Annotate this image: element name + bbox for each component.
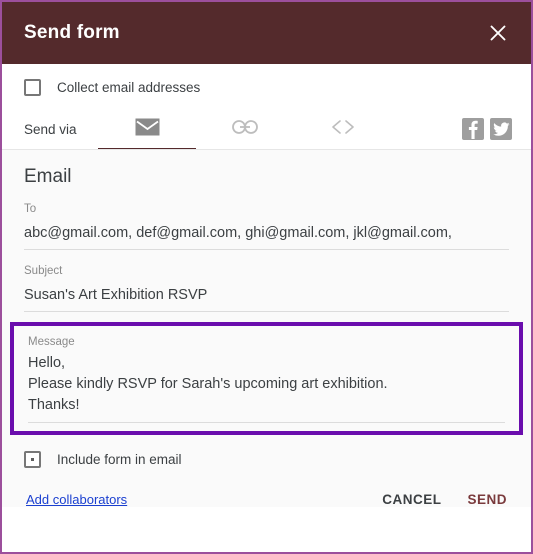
tab-link[interactable] bbox=[196, 108, 294, 150]
message-highlight-box: Message Hello, Please kindly RSVP for Sa… bbox=[10, 322, 523, 435]
include-form-label: Include form in email bbox=[57, 452, 182, 467]
message-line: Thanks! bbox=[28, 397, 80, 413]
email-content: Email To abc@gmail.com, def@gmail.com, g… bbox=[2, 150, 531, 507]
include-form-row: Include form in email bbox=[2, 435, 531, 468]
subject-input[interactable]: Susan's Art Exhibition RSVP bbox=[24, 279, 509, 312]
twitter-icon[interactable] bbox=[490, 118, 512, 140]
link-icon bbox=[232, 119, 258, 139]
send-button[interactable]: SEND bbox=[467, 492, 507, 507]
footer-actions: CANCEL SEND bbox=[382, 492, 507, 507]
tab-email[interactable] bbox=[98, 108, 196, 151]
tab-embed-html[interactable] bbox=[294, 108, 392, 150]
to-field: To abc@gmail.com, def@gmail.com, ghi@gma… bbox=[2, 188, 531, 250]
message-line: Hello, bbox=[28, 355, 66, 371]
social-share-group bbox=[462, 118, 531, 140]
subject-field: Subject Susan's Art Exhibition RSVP bbox=[2, 250, 531, 312]
include-form-checkbox[interactable] bbox=[24, 451, 41, 468]
envelope-icon bbox=[135, 118, 160, 141]
facebook-icon[interactable] bbox=[462, 118, 484, 140]
send-form-dialog: Send form Collect email addresses Send v… bbox=[0, 0, 533, 554]
close-icon[interactable] bbox=[483, 18, 513, 48]
email-section-title: Email bbox=[24, 166, 72, 187]
send-via-label: Send via bbox=[24, 121, 77, 137]
code-icon bbox=[330, 119, 356, 140]
message-input[interactable]: Hello, Please kindly RSVP for Sarah's up… bbox=[28, 350, 505, 423]
subject-label: Subject bbox=[24, 265, 63, 277]
send-via-row: Send via bbox=[2, 108, 531, 151]
collect-email-row: Collect email addresses bbox=[2, 64, 531, 96]
dialog-header: Send form bbox=[2, 2, 531, 64]
message-line: Please kindly RSVP for Sarah's upcoming … bbox=[28, 376, 388, 392]
to-label: To bbox=[24, 203, 37, 215]
page-title: Send form bbox=[24, 22, 120, 43]
collect-email-checkbox[interactable] bbox=[24, 78, 41, 96]
cancel-button[interactable]: CANCEL bbox=[382, 492, 441, 507]
collect-email-label: Collect email addresses bbox=[57, 79, 201, 95]
to-input[interactable]: abc@gmail.com, def@gmail.com, ghi@gmail.… bbox=[24, 217, 509, 250]
dialog-body: Collect email addresses Send via Email T… bbox=[2, 64, 531, 552]
add-collaborators-link[interactable]: Add collaborators bbox=[26, 492, 127, 507]
dialog-footer: Add collaborators CANCEL SEND bbox=[2, 468, 531, 507]
message-label: Message bbox=[28, 336, 75, 348]
